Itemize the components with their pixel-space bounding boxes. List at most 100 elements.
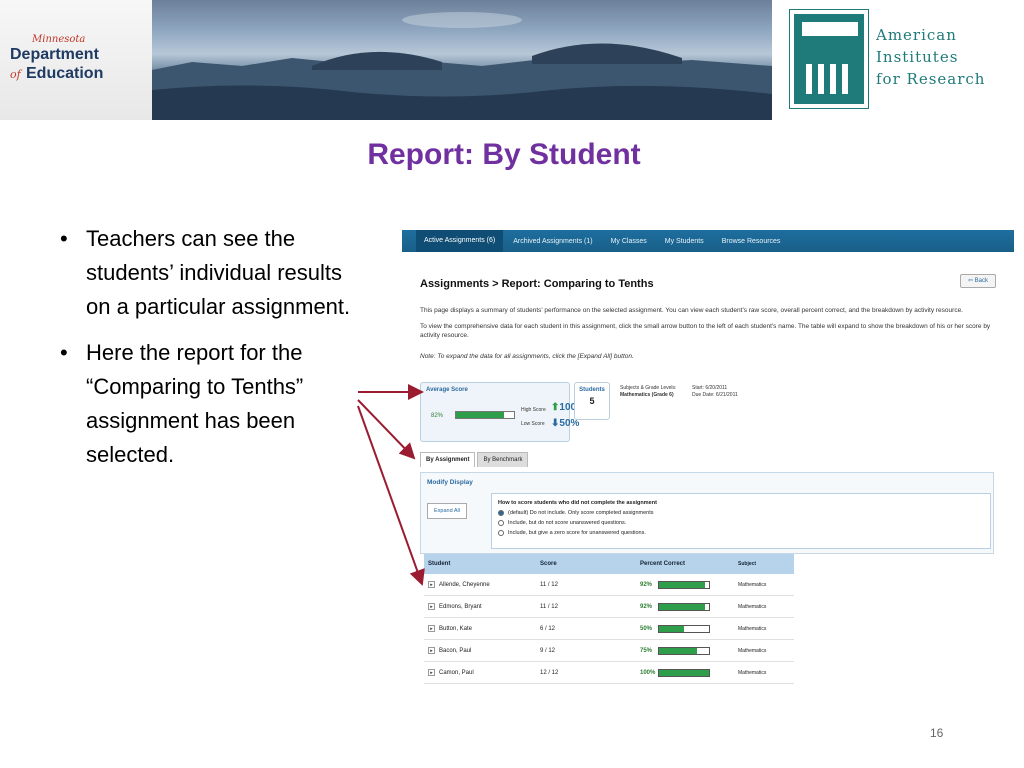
back-button[interactable]: ⇦ Back xyxy=(960,274,996,288)
subjects-value: Mathematics (Grade 6) xyxy=(620,392,674,398)
tab-browse-resources[interactable]: Browse Resources xyxy=(714,238,789,245)
percent-value: 100% xyxy=(640,669,656,676)
expand-arrow-icon[interactable]: ▸ xyxy=(428,647,435,654)
report-screenshot: Active Assignments (6) Archived Assignme… xyxy=(402,230,1014,692)
average-score-value: 82% xyxy=(431,413,444,419)
expand-arrow-icon[interactable]: ▸ xyxy=(428,603,435,610)
student-name[interactable]: Button, Kate xyxy=(439,626,472,632)
expand-arrow-icon[interactable]: ▸ xyxy=(428,669,435,676)
description-text: This page displays a summary of students… xyxy=(420,307,963,314)
col-score[interactable]: Score xyxy=(540,561,640,567)
subjects-info: Subjects & Grade Levels: Mathematics (Gr… xyxy=(620,385,676,399)
score-cell: 6 / 12 xyxy=(540,625,556,632)
student-name[interactable]: Allende, Cheyenne xyxy=(439,582,490,588)
scoring-option[interactable]: Include, but give a zero score for unans… xyxy=(498,528,984,538)
students-value: 5 xyxy=(589,396,595,406)
student-cell: ▸ Camon, Paul xyxy=(424,669,540,676)
percent-bar xyxy=(658,646,710,655)
col-student[interactable]: Student xyxy=(424,561,540,567)
student-name[interactable]: Camon, Paul xyxy=(439,670,474,676)
expand-all-button[interactable]: Expand All xyxy=(427,503,467,519)
student-name[interactable]: Bacon, Paul xyxy=(439,648,471,654)
percent-bar xyxy=(658,668,710,677)
student-cell: ▸ Edmons, Bryant xyxy=(424,603,540,610)
expand-arrow-icon[interactable]: ▸ xyxy=(428,625,435,632)
percent-bar xyxy=(658,624,710,633)
high-score-label: High Score xyxy=(521,407,546,413)
tab-my-classes[interactable]: My Classes xyxy=(603,238,655,245)
subject-cell: Mathematics xyxy=(738,603,767,610)
score-cell: 11 / 12 xyxy=(540,581,558,588)
average-score-label: Average Score xyxy=(426,387,468,393)
percent-bar-fill xyxy=(659,603,705,610)
percent-cell: 75% xyxy=(640,646,738,655)
table-row: ▸ Edmons, Bryant 11 / 12 92% Mathematics xyxy=(424,596,794,618)
percent-cell: 92% xyxy=(640,602,738,611)
table-body: ▸ Allende, Cheyenne 11 / 12 92% Mathematics ▸… xyxy=(424,574,794,684)
table-row: ▸ Camon, Paul 12 / 12 100% Mathematics xyxy=(424,662,794,684)
tab-archived-assignments[interactable]: Archived Assignments (1) xyxy=(505,238,600,245)
option-label: (default) Do not include. Only score com… xyxy=(508,510,654,516)
percent-bar-fill xyxy=(659,581,705,588)
expand-arrow-icon[interactable]: ▸ xyxy=(428,581,435,588)
scoring-question: How to score students who did not comple… xyxy=(498,500,657,506)
tab-by-assignment[interactable]: By Assignment xyxy=(420,452,476,467)
average-score-panel: Average Score 82% High Score ⬆100% Low S… xyxy=(420,382,585,442)
air-line-3: for Research xyxy=(876,70,986,88)
tab-my-students[interactable]: My Students xyxy=(657,238,712,245)
table-row: ▸ Bacon, Paul 9 / 12 75% Mathematics xyxy=(424,640,794,662)
logo-education-text: Education xyxy=(26,65,104,82)
instructions-text: To view the comprehensive data for each … xyxy=(420,323,991,339)
student-cell: ▸ Allende, Cheyenne xyxy=(424,581,540,588)
percent-value: 92% xyxy=(640,581,653,588)
average-score-bar xyxy=(455,411,515,419)
students-count-panel: Students 5 xyxy=(574,382,610,420)
table-row: ▸ Allende, Cheyenne 11 / 12 92% Mathematics xyxy=(424,574,794,596)
col-percent-correct[interactable]: Percent Correct xyxy=(640,561,738,567)
scoring-option[interactable]: Include, but do not score unanswered que… xyxy=(498,518,984,528)
student-cell: ▸ Button, Kate xyxy=(424,625,540,632)
lake-photo xyxy=(152,0,772,120)
subject-cell: Mathematics xyxy=(738,647,767,654)
radio-unselected[interactable] xyxy=(498,519,504,526)
percent-value: 92% xyxy=(640,603,653,610)
subjects-label: Subjects & Grade Levels: xyxy=(620,385,677,391)
subject-cell: Mathematics xyxy=(738,581,767,588)
report-subtabs: By Assignment By Benchmark xyxy=(420,452,529,467)
lake-landscape xyxy=(152,12,772,120)
score-cell: 9 / 12 xyxy=(540,647,556,654)
radio-unselected[interactable] xyxy=(498,529,504,536)
tab-active-assignments[interactable]: Active Assignments (6) xyxy=(416,230,504,252)
bullet-item: Teachers can see the students’ individua… xyxy=(56,222,356,324)
dates-info: Start: 6/20/2011 Due Date: 6/21/2011 xyxy=(692,385,738,399)
air-pillar-icon xyxy=(789,9,869,109)
scoring-options: How to score students who did not comple… xyxy=(491,493,991,549)
bullet-item: Here the report for the “Comparing to Te… xyxy=(56,336,356,472)
main-tab-bar: Active Assignments (6) Archived Assignme… xyxy=(402,230,1014,252)
page-number: 16 xyxy=(930,726,944,740)
option-label: Include, but do not score unanswered que… xyxy=(508,520,627,526)
percent-cell: 100% xyxy=(640,668,738,677)
score-cell: 12 / 12 xyxy=(540,669,559,676)
student-results-table: Student Score Percent Correct Subject ▸ A… xyxy=(424,554,794,684)
page-heading: Assignments > Report: Comparing to Tenth… xyxy=(420,278,654,290)
percent-bar-fill xyxy=(659,647,697,654)
scoring-option[interactable]: (default) Do not include. Only score com… xyxy=(498,508,984,518)
modify-display-title: Modify Display xyxy=(427,479,473,486)
student-name[interactable]: Edmons, Bryant xyxy=(439,604,482,610)
percent-cell: 50% xyxy=(640,624,738,633)
average-score-fill xyxy=(456,412,504,418)
start-date: Start: 6/20/2011 xyxy=(692,385,728,391)
col-subject[interactable]: Subject xyxy=(738,561,794,567)
percent-bar xyxy=(658,602,710,611)
air-logo: American Institutes for Research xyxy=(772,0,1024,120)
percent-bar-fill xyxy=(659,625,684,632)
radio-selected[interactable] xyxy=(498,509,504,516)
slide-title: Report: By Student xyxy=(367,138,641,171)
tab-by-benchmark[interactable]: By Benchmark xyxy=(477,452,529,467)
air-line-1: American xyxy=(876,26,957,44)
table-header: Student Score Percent Correct Subject xyxy=(424,554,794,574)
modify-display-panel: Modify Display Expand All How to score s… xyxy=(420,472,994,554)
air-line-2: Institutes xyxy=(876,48,959,66)
percent-value: 75% xyxy=(640,647,653,654)
